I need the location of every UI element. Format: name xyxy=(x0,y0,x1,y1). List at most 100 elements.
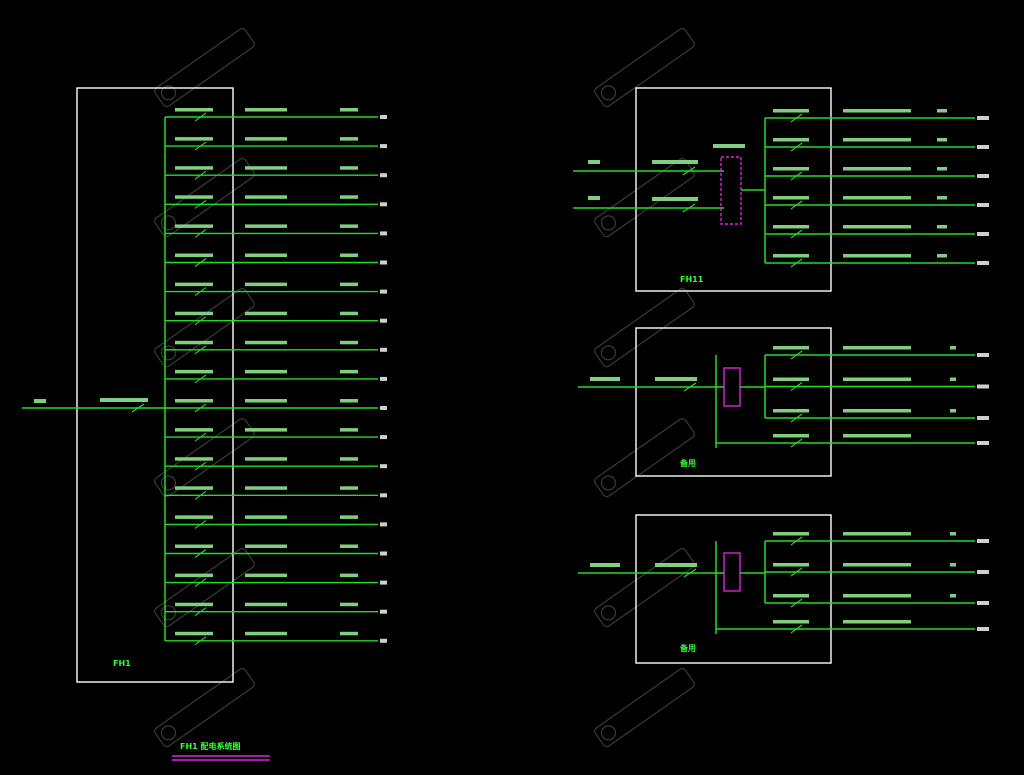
panel-main-title: FH1 xyxy=(113,659,131,668)
main-feeder-10-circuit-label xyxy=(380,376,387,381)
mid-right-feeder-4-circuit-label xyxy=(977,441,989,445)
main-feeder-6-load-label xyxy=(340,253,358,257)
top-right-feeder-5-load-label xyxy=(937,225,947,229)
main-feeder-2-breaker-label xyxy=(175,137,213,141)
top-right-feeder-5-breaker-label xyxy=(773,225,809,229)
bot-right-feeder-4-breaker-label xyxy=(773,620,809,624)
main-feeder-11-breaker-label xyxy=(175,399,213,403)
main-feeder-2-load-label xyxy=(340,137,358,141)
main-incoming-label xyxy=(34,399,46,403)
main-feeder-14-circuit-label xyxy=(380,493,387,498)
incomer-2-label xyxy=(588,196,600,200)
main-feeder-15-cable-label xyxy=(245,515,287,519)
main-feeder-9-circuit-label xyxy=(380,347,387,352)
top-right-feeder-6-circuit-label xyxy=(977,261,989,265)
main-feeder-19-circuit-label xyxy=(380,638,387,643)
bot-right-feeder-2-cable-label xyxy=(843,563,911,567)
mid-right-feeder-3-circuit-label xyxy=(977,416,989,420)
mid-right-feeder-4-cable-label xyxy=(843,434,911,438)
main-feeder-6-circuit-label xyxy=(380,260,387,265)
top-right-feeder-2-breaker-label xyxy=(773,138,809,142)
mid-right-feeder-1-load-label xyxy=(950,346,956,350)
main-feeder-8-circuit-label xyxy=(380,318,387,323)
main-feeder-18-breaker-label xyxy=(175,602,213,607)
main-feeder-4-load-label xyxy=(340,195,358,199)
main-feeder-4-cable-label xyxy=(245,195,287,199)
main-feeder-13-circuit-label xyxy=(380,464,387,469)
main-feeder-3-circuit-label xyxy=(380,173,387,178)
top-right-feeder-4-cable-label xyxy=(843,196,911,200)
ats-label xyxy=(713,144,745,148)
main-feeder-19-cable-label xyxy=(245,631,287,636)
main-feeder-9-cable-label xyxy=(245,340,287,345)
bot-right-feeder-4-cable-label xyxy=(843,620,911,624)
panel-mid-right-title: 备用 xyxy=(679,458,696,468)
main-feeder-18-load-label xyxy=(340,602,358,607)
main-feeder-7-breaker-label xyxy=(175,282,213,287)
main-feeder-16-cable-label xyxy=(245,544,287,548)
main-feeder-10-cable-label xyxy=(245,369,287,374)
main-feeder-15-circuit-label xyxy=(380,522,387,527)
bot-right-feeder-3-load-label xyxy=(950,594,956,598)
mid-right-feeder-3-load-label xyxy=(950,409,956,413)
top-right-feeder-4-circuit-label xyxy=(977,203,989,207)
bot-incoming-label xyxy=(590,563,620,567)
top-right-feeder-2-load-label xyxy=(937,138,947,142)
top-right-feeder-4-breaker-label xyxy=(773,196,809,200)
mid-right-feeder-2-load-label xyxy=(950,377,956,381)
main-feeder-2-cable-label xyxy=(245,137,287,141)
main-feeder-5-breaker-label xyxy=(175,224,213,228)
mid-right-feeder-4-breaker-label xyxy=(773,434,809,438)
top-right-feeder-2-circuit-label xyxy=(977,145,989,149)
main-feeder-12-circuit-label xyxy=(380,435,387,440)
main-feeder-17-load-label xyxy=(340,573,358,578)
main-breaker-label xyxy=(100,398,148,402)
bot-right-feeder-3-breaker-label xyxy=(773,594,809,598)
bot-right-feeder-4-circuit-label xyxy=(977,627,989,631)
main-feeder-19-load-label xyxy=(340,631,358,636)
main-feeder-9-breaker-label xyxy=(175,340,213,345)
mid-right-feeder-1-circuit-label xyxy=(977,353,989,357)
bot-right-feeder-1-circuit-label xyxy=(977,539,989,543)
main-feeder-13-breaker-label xyxy=(175,457,213,461)
main-feeder-8-cable-label xyxy=(245,311,287,316)
main-feeder-16-circuit-label xyxy=(380,551,387,556)
main-feeder-18-circuit-label xyxy=(380,609,387,614)
mid-breaker-label xyxy=(655,377,697,381)
main-feeder-4-breaker-label xyxy=(175,195,213,199)
main-feeder-17-breaker-label xyxy=(175,573,213,578)
top-right-feeder-6-cable-label xyxy=(843,254,911,258)
main-feeder-5-cable-label xyxy=(245,224,287,228)
bot-right-feeder-3-cable-label xyxy=(843,594,911,598)
bot-breaker-label xyxy=(655,563,697,567)
main-feeder-3-load-label xyxy=(340,166,358,170)
main-feeder-14-breaker-label xyxy=(175,486,213,490)
main-feeder-11-load-label xyxy=(340,399,358,403)
bot-right-feeder-2-load-label xyxy=(950,563,956,567)
main-feeder-14-load-label xyxy=(340,486,358,490)
main-feeder-11-circuit-label xyxy=(380,406,387,410)
main-feeder-5-load-label xyxy=(340,224,358,228)
bot-right-feeder-1-cable-label xyxy=(843,532,911,536)
main-feeder-7-load-label xyxy=(340,282,358,287)
legend-title: FH1 配电系统图 xyxy=(180,741,241,751)
top-right-feeder-4-load-label xyxy=(937,196,947,200)
main-feeder-12-load-label xyxy=(340,428,358,432)
main-feeder-15-breaker-label xyxy=(175,515,213,519)
main-feeder-15-load-label xyxy=(340,515,358,519)
top-right-feeder-6-load-label xyxy=(937,254,947,258)
bot-right-feeder-1-breaker-label xyxy=(773,532,809,536)
mid-right-feeder-1-breaker-label xyxy=(773,346,809,350)
main-feeder-3-cable-label xyxy=(245,166,287,170)
mid-right-feeder-1-cable-label xyxy=(843,346,911,350)
top-right-feeder-1-cable-label xyxy=(843,109,911,113)
main-feeder-13-cable-label xyxy=(245,457,287,461)
top-right-feeder-5-cable-label xyxy=(843,225,911,229)
top-right-feeder-5-circuit-label xyxy=(977,232,989,236)
mid-right-feeder-3-cable-label xyxy=(843,409,911,413)
main-feeder-10-load-label xyxy=(340,369,358,374)
bot-right-feeder-3-circuit-label xyxy=(977,601,989,605)
top-right-feeder-6-breaker-label xyxy=(773,254,809,258)
incomer-1-label xyxy=(588,160,600,164)
electrical-schematic: FH1 FH1 配电系统图 FH11 备用 备用 xyxy=(0,0,1024,775)
